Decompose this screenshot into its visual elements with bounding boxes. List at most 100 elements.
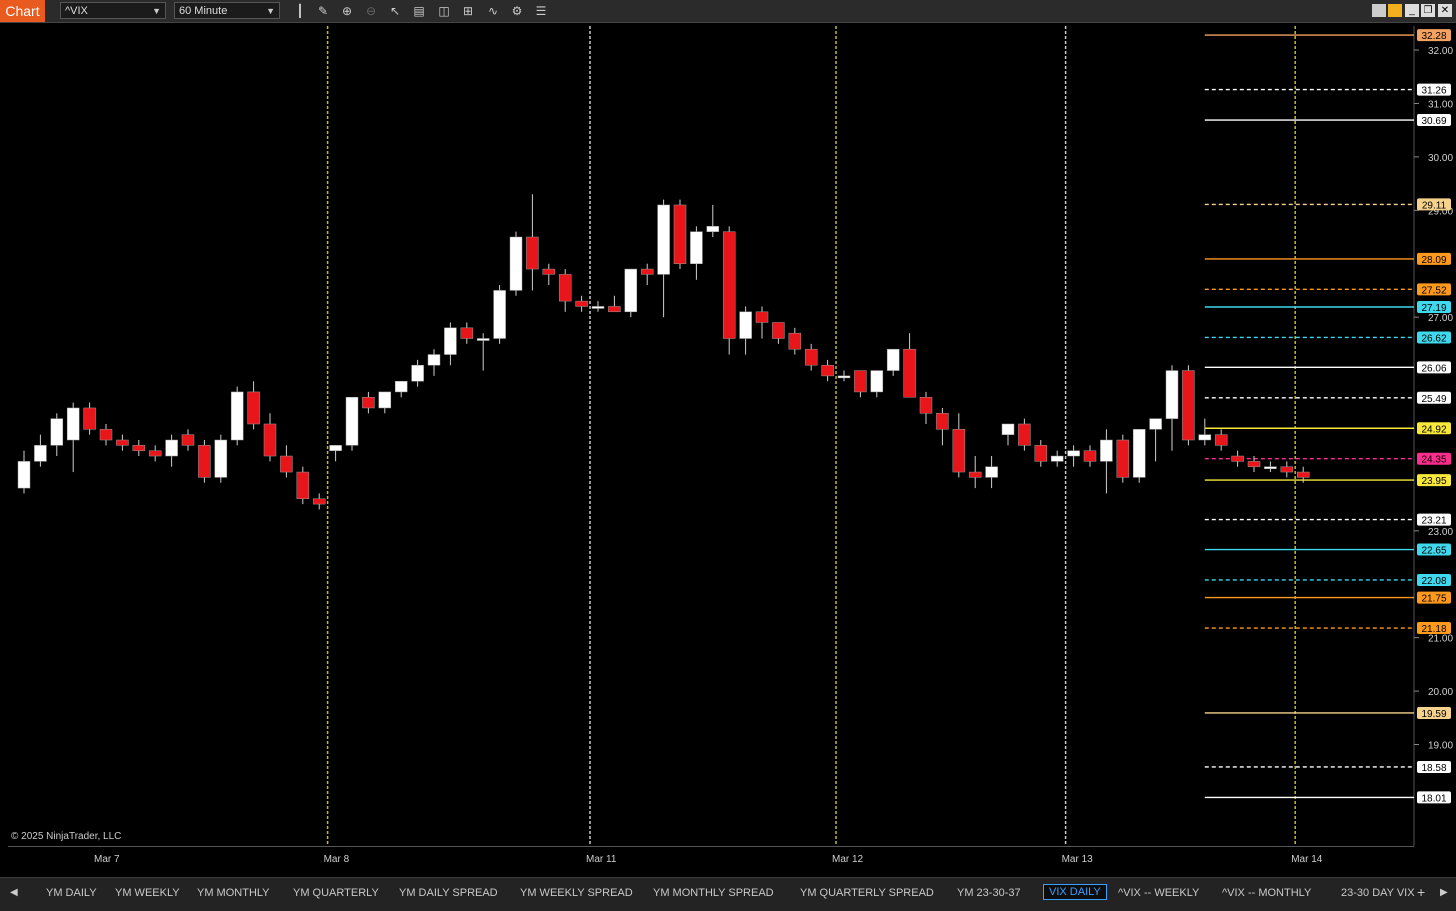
candle-body: [165, 439, 178, 457]
candle-body: [394, 380, 408, 393]
candle-body: [854, 370, 867, 393]
price-tick-label: 21.00: [1428, 634, 1453, 645]
candle-body: [148, 450, 162, 457]
chevron-left-icon[interactable]: ◀: [10, 887, 18, 898]
restore-icon[interactable]: ❐: [1421, 4, 1435, 17]
candle-body: [83, 407, 96, 430]
level-label: 19.59: [1421, 709, 1446, 720]
candle-body: [50, 418, 64, 446]
level-label: 32.28: [1421, 31, 1446, 42]
time-axis: Mar 7 Mar 8 Mar 11 Mar 12 Mar 13 Mar 14: [8, 846, 1414, 871]
candle-body: [903, 348, 916, 398]
candle-body: [116, 439, 129, 446]
candle-body: [1116, 439, 1130, 478]
candle-body: [739, 311, 752, 339]
candle-body: [1018, 423, 1031, 446]
copyright-text: © 2025 NinjaTrader, LLC: [11, 831, 122, 842]
tab-vix-monthly[interactable]: ^VIX -- MONTHLY: [1222, 887, 1311, 899]
tab-ym-weekly-spread[interactable]: YM WEEKLY SPREAD: [520, 887, 633, 899]
interval-select[interactable]: 60 Minute ▼: [174, 2, 280, 19]
strategies-icon[interactable]: ☰: [533, 3, 549, 19]
candle-body: [591, 306, 605, 309]
candle-body: [952, 429, 966, 473]
level-label: 18.01: [1421, 793, 1446, 804]
price-chart[interactable]: 32.0031.0030.0029.0027.0023.0021.0020.00…: [8, 26, 1456, 846]
candle-body: [837, 375, 851, 379]
properties-icon[interactable]: ⚙: [509, 3, 525, 19]
chart-tab[interactable]: Chart: [0, 0, 45, 22]
tab-vix-weekly[interactable]: ^VIX -- WEEKLY: [1118, 887, 1199, 899]
tab-ym-quarterly-spread[interactable]: YM QUARTERLY SPREAD: [800, 887, 934, 899]
price-tick-label: 30.00: [1428, 153, 1453, 164]
candle-body: [657, 204, 670, 275]
time-tick-label: Mar 14: [1291, 854, 1323, 865]
candle-body: [493, 290, 506, 339]
split-panel-icon[interactable]: ◫: [436, 3, 452, 19]
indicators-icon[interactable]: ∿: [485, 3, 501, 19]
candle-body: [230, 391, 244, 441]
tab-ym-weekly[interactable]: YM WEEKLY: [115, 887, 180, 899]
time-tick-label: Mar 7: [94, 854, 120, 865]
chart-trader-icon[interactable]: ⊞: [460, 3, 476, 19]
candle-body: [296, 471, 310, 500]
candle-body: [509, 236, 523, 291]
tab-ym-monthly[interactable]: YM MONTHLY: [197, 887, 270, 899]
tab-ym-quarterly[interactable]: YM QUARTERLY: [293, 887, 379, 899]
bar-type-icon[interactable]: ┃: [292, 3, 308, 19]
candle-body: [280, 455, 293, 473]
price-tick-label: 23.00: [1428, 527, 1453, 538]
tab-ym-monthly-spread[interactable]: YM MONTHLY SPREAD: [653, 887, 774, 899]
candle-body: [1182, 370, 1195, 441]
candle-body: [1067, 450, 1080, 457]
candle-body: [1050, 455, 1064, 462]
tab-vix-daily[interactable]: VIX DAILY: [1043, 884, 1107, 900]
candle-body: [722, 231, 736, 339]
candle-body: [575, 300, 588, 307]
candle-body: [214, 439, 228, 478]
tab-23-30-day-vix[interactable]: 23-30 DAY VIX: [1341, 887, 1415, 899]
candle-body: [673, 204, 687, 264]
data-box-icon[interactable]: ▤: [411, 3, 427, 19]
level-label: 22.08: [1421, 576, 1446, 587]
level-label: 27.52: [1421, 285, 1446, 296]
chart-toolbar: Chart ^VIX ▼ 60 Minute ▼ ┃ ✎ ⊕ ⊖ ↖ ▤ ◫ ⊞…: [0, 0, 1456, 23]
candle-body: [427, 354, 441, 366]
level-label: 22.65: [1421, 546, 1446, 557]
minimize-icon[interactable]: _: [1405, 4, 1419, 17]
level-label: 23.95: [1421, 476, 1446, 487]
draw-pencil-icon[interactable]: ✎: [315, 3, 331, 19]
pointer-icon[interactable]: ↖: [387, 3, 403, 19]
close-icon[interactable]: ✕: [1438, 4, 1452, 17]
price-tick-label: 32.00: [1428, 46, 1453, 57]
price-tick-label: 20.00: [1428, 687, 1453, 698]
chevron-right-icon[interactable]: ▶: [1440, 887, 1448, 898]
tab-ym-daily[interactable]: YM DAILY: [46, 887, 97, 899]
zoom-out-icon[interactable]: ⊖: [363, 3, 379, 19]
level-label: 21.18: [1421, 624, 1446, 635]
candle-body: [263, 423, 277, 457]
tile-icon[interactable]: [1372, 4, 1386, 17]
candle-body: [1296, 471, 1310, 478]
candle-body: [870, 370, 884, 393]
level-label: 25.49: [1421, 394, 1446, 405]
tab-ym-23-30-37[interactable]: YM 23-30-37: [957, 887, 1021, 899]
candle-body: [132, 445, 146, 451]
color-icon[interactable]: [1388, 4, 1402, 17]
candle-body: [1231, 455, 1244, 462]
candle-body: [788, 332, 802, 350]
instrument-select[interactable]: ^VIX ▼: [60, 2, 166, 19]
price-tick-label: 19.00: [1428, 741, 1453, 752]
candle-body: [919, 397, 933, 414]
add-tab-button[interactable]: +: [1417, 884, 1425, 900]
candle-body: [755, 311, 769, 323]
level-label: 29.11: [1422, 200, 1447, 211]
candle-body: [1198, 434, 1212, 441]
zoom-in-icon[interactable]: ⊕: [339, 3, 355, 19]
candle-body: [526, 236, 539, 270]
level-label: 23.21: [1421, 516, 1446, 527]
candle-body: [1165, 370, 1179, 419]
candle-body: [198, 445, 211, 478]
instrument-value: ^VIX: [65, 5, 88, 17]
candle-body: [1001, 423, 1015, 435]
tab-ym-daily-spread[interactable]: YM DAILY SPREAD: [399, 887, 498, 899]
